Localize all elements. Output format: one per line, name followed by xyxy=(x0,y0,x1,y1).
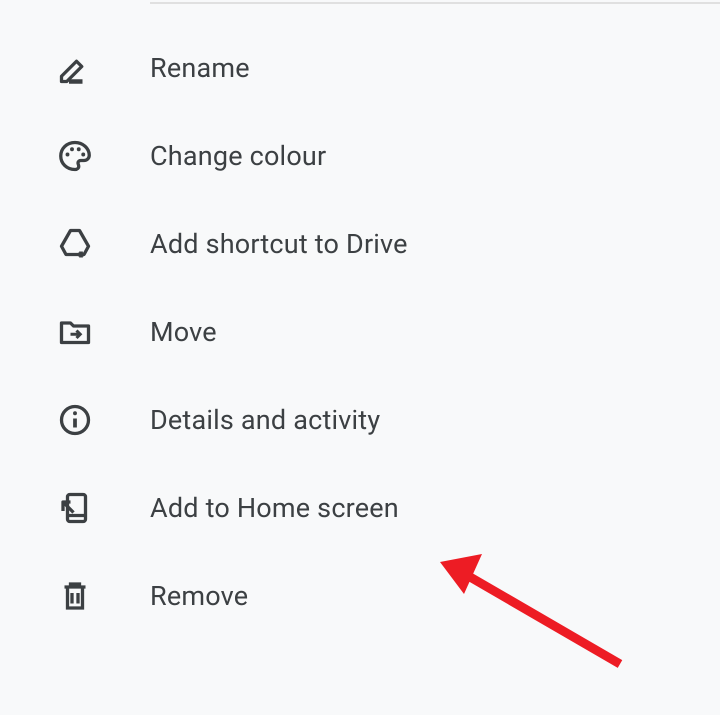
trash-icon xyxy=(55,576,95,616)
move-folder-icon xyxy=(55,312,95,352)
menu-item-label: Add shortcut to Drive xyxy=(150,228,408,260)
menu-item-add-shortcut-drive[interactable]: Add shortcut to Drive xyxy=(0,200,720,288)
menu-item-label: Add to Home screen xyxy=(150,492,399,524)
menu-item-details-activity[interactable]: Details and activity xyxy=(0,376,720,464)
add-home-screen-icon xyxy=(55,488,95,528)
palette-icon xyxy=(55,136,95,176)
menu-item-label: Remove xyxy=(150,580,248,612)
menu-item-add-home-screen[interactable]: Add to Home screen xyxy=(0,464,720,552)
menu-item-label: Change colour xyxy=(150,140,326,172)
info-icon xyxy=(55,400,95,440)
drive-shortcut-icon xyxy=(55,224,95,264)
menu-item-label: Rename xyxy=(150,52,250,84)
context-menu: Rename Change colour Add shortcut to Dri… xyxy=(0,4,720,640)
menu-item-label: Details and activity xyxy=(150,404,380,436)
menu-item-remove[interactable]: Remove xyxy=(0,552,720,640)
menu-item-label: Move xyxy=(150,316,217,348)
menu-item-move[interactable]: Move xyxy=(0,288,720,376)
pencil-icon xyxy=(55,48,95,88)
menu-item-change-colour[interactable]: Change colour xyxy=(0,112,720,200)
menu-item-rename[interactable]: Rename xyxy=(0,24,720,112)
